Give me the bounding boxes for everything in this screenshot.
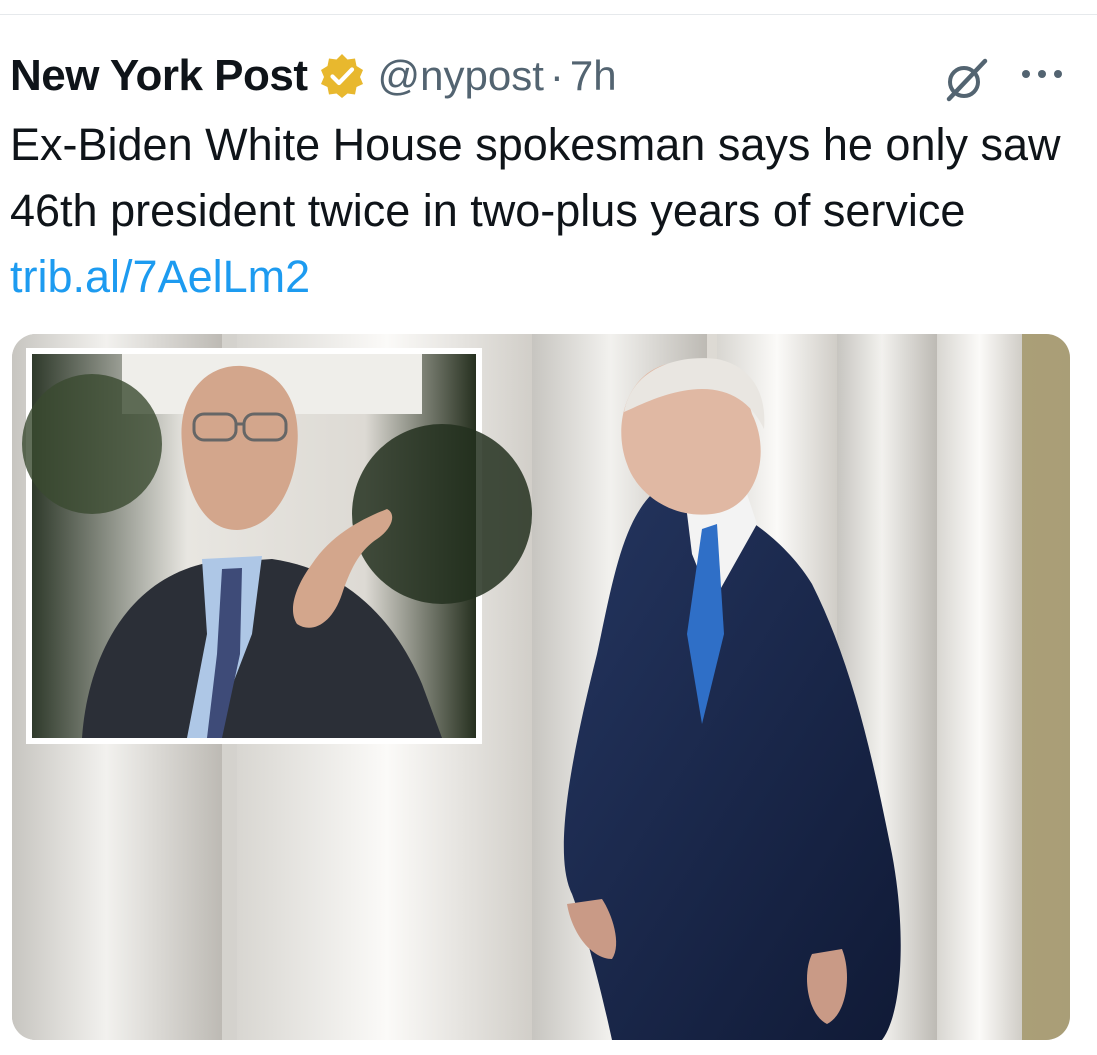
user-handle[interactable]: @nypost [378,52,544,100]
tweet-text: Ex-Biden White House spokesman says he o… [10,112,1070,310]
inset-photo [22,348,532,744]
top-divider [0,14,1097,15]
timestamp[interactable]: 7h [570,52,617,100]
tweet-header: New York Post @nypost · 7h [10,48,617,104]
verified-badge-icon[interactable] [318,52,366,100]
photo-composite [12,334,1070,1040]
tweet-body: Ex-Biden White House spokesman says he o… [10,119,1061,236]
tweet-image[interactable] [12,334,1070,1040]
more-options-icon[interactable] [1018,62,1066,86]
grok-icon[interactable] [941,55,991,105]
display-name[interactable]: New York Post [10,51,308,101]
tweet-link[interactable]: trib.al/7AelLm2 [10,251,310,302]
separator-dot: · [549,52,564,99]
